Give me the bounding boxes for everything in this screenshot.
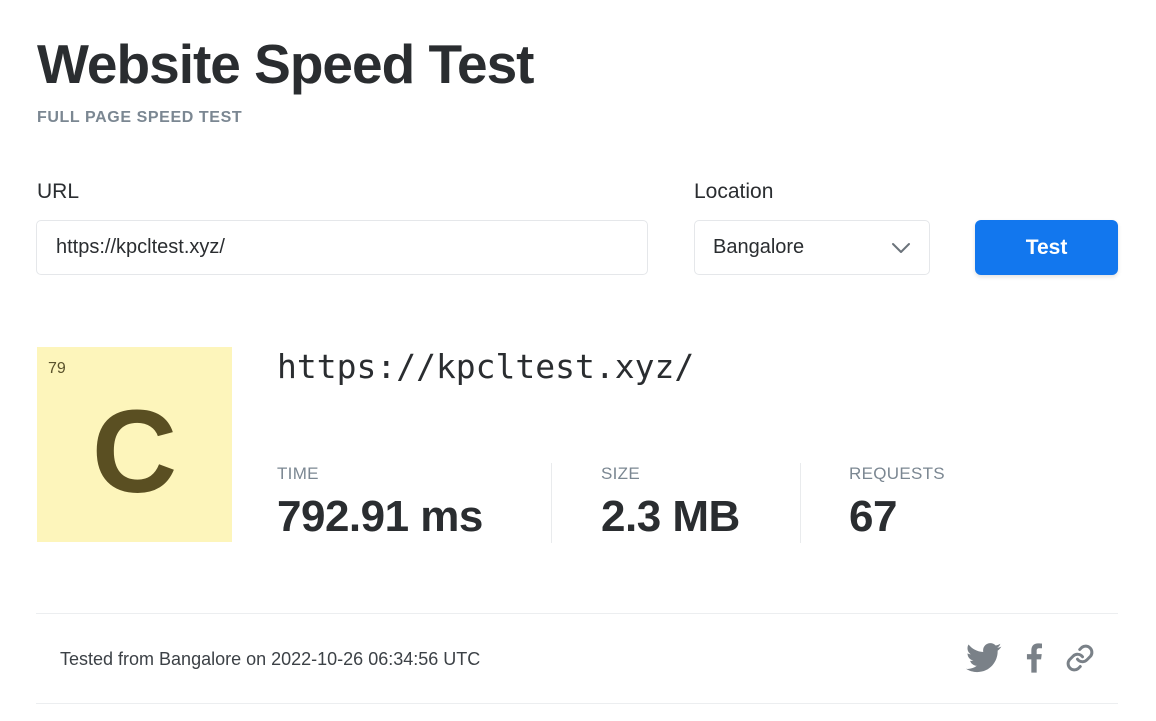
divider [36,613,1118,614]
speed-test-page: Website Speed Test FULL PAGE SPEED TEST … [0,0,1156,721]
chevron-down-icon [892,242,910,253]
divider [36,703,1118,704]
share-link-button[interactable] [1063,640,1097,676]
grade-score: 79 [48,360,66,377]
url-input[interactable] [36,220,648,275]
metric-label: TIME [277,464,319,483]
tested-from-text: Tested from Bangalore on 2022-10-26 06:3… [60,649,481,669]
test-button[interactable]: Test [975,220,1118,275]
page-title: Website Speed Test [37,33,534,95]
page-subtitle: FULL PAGE SPEED TEST [37,109,243,126]
share-twitter-button[interactable] [965,640,1003,676]
metric-value: 792.91 ms [277,492,483,541]
metric-label: SIZE [601,464,640,483]
metric-value: 67 [849,492,897,541]
tested-url: https://kpcltest.xyz/ [277,347,695,386]
grade-letter: C [91,386,178,518]
location-select-value: Bangalore [713,236,805,258]
share-facebook-button[interactable] [1022,640,1046,676]
location-select[interactable]: Bangalore [694,220,930,275]
metric-requests: REQUESTS 67 [849,463,945,543]
metric-value: 2.3 MB [601,492,740,541]
facebook-icon [1026,643,1042,673]
url-label: URL [37,180,80,203]
metric-divider [551,463,552,543]
metric-divider [800,463,801,543]
link-icon [1066,644,1094,672]
location-label: Location [694,180,774,203]
metric-label: REQUESTS [849,464,945,483]
grade-badge: 79 C [37,347,232,542]
metric-time: TIME 792.91 ms [277,463,483,543]
twitter-icon [966,643,1002,673]
metric-size: SIZE 2.3 MB [601,463,740,543]
